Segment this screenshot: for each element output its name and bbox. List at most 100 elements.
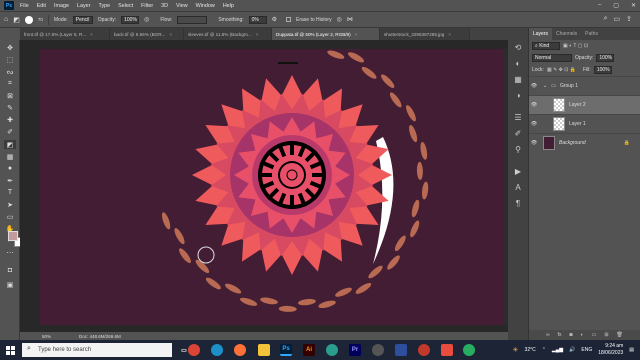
- history-icon[interactable]: ⟲: [513, 42, 523, 52]
- pressure-opacity-icon[interactable]: ◎: [144, 16, 149, 23]
- app-icon-2[interactable]: [395, 344, 407, 356]
- adjustment-icon[interactable]: ◐: [581, 332, 584, 338]
- brush-tool-icon[interactable]: ✐: [4, 127, 16, 136]
- menu-layer[interactable]: Layer: [77, 3, 91, 9]
- mask-icon[interactable]: ◙: [570, 332, 573, 338]
- healing-tool-icon[interactable]: ✚: [4, 115, 16, 124]
- character-icon[interactable]: A: [513, 182, 523, 192]
- eraser-tool-icon-left[interactable]: ◩: [4, 140, 16, 149]
- adjustments-icon[interactable]: ◑: [513, 90, 523, 100]
- close-icon[interactable]: ✕: [631, 2, 636, 9]
- tab-duppata[interactable]: Duppata.tif @ 50% (Layer 2, RGB/8) ×: [272, 28, 380, 40]
- shape-tool-icon[interactable]: ▭: [4, 212, 16, 221]
- path-select-tool-icon[interactable]: ➤: [4, 200, 16, 209]
- premiere-icon[interactable]: Pr: [349, 344, 361, 356]
- filter-icons[interactable]: ▣ ◐ T ▢ ⊡: [563, 43, 588, 49]
- visibility-eye-icon[interactable]: 👁: [529, 102, 539, 108]
- visibility-eye-icon[interactable]: 👁: [529, 121, 539, 127]
- close-tab-icon[interactable]: ×: [169, 32, 172, 37]
- zoom-level[interactable]: 50%: [42, 334, 51, 339]
- close-tab-icon[interactable]: ×: [256, 32, 259, 37]
- network-icon[interactable]: ▂▄▆: [552, 347, 563, 353]
- notification-icon[interactable]: ▤: [629, 347, 634, 353]
- symmetry-icon[interactable]: ⋈: [347, 16, 353, 23]
- menu-type[interactable]: Type: [98, 3, 110, 9]
- link-icon[interactable]: ∞: [546, 332, 550, 338]
- share-icon[interactable]: ⇪: [626, 15, 632, 23]
- type-tool-icon[interactable]: T: [4, 188, 16, 197]
- pressure-size-icon[interactable]: ◎: [337, 16, 342, 23]
- eraser-tool-icon[interactable]: ◩: [13, 16, 20, 24]
- menu-window[interactable]: Window: [196, 3, 215, 9]
- layer-row-layer2[interactable]: 👁 Layer 2: [529, 95, 640, 114]
- brush-preset-icon[interactable]: [24, 15, 33, 24]
- app-icon-4[interactable]: [441, 344, 453, 356]
- screen-mode-icon[interactable]: ▣: [4, 280, 16, 289]
- lasso-tool-icon[interactable]: ᔓ: [4, 67, 16, 76]
- minimize-icon[interactable]: –: [598, 2, 601, 9]
- taskbar-search[interactable]: ⌕ Type here to search: [22, 343, 172, 357]
- expand-chevron-icon[interactable]: ⌄: [543, 83, 547, 89]
- blend-mode-select[interactable]: Normal: [532, 54, 572, 62]
- edge-icon[interactable]: [211, 344, 223, 356]
- actions-icon[interactable]: ▶: [513, 166, 523, 176]
- smoothing-input[interactable]: 0%: [248, 15, 267, 24]
- flow-input[interactable]: [177, 15, 208, 24]
- foreground-color-swatch[interactable]: [8, 231, 18, 241]
- menu-filter[interactable]: Filter: [141, 3, 153, 9]
- menu-3d[interactable]: 3D: [161, 3, 168, 9]
- lock-icons[interactable]: ▦ ✎ ✥ ⊡ 🔒: [547, 67, 576, 73]
- visibility-eye-icon[interactable]: 👁: [529, 83, 539, 89]
- color-icon[interactable]: ◐: [513, 58, 523, 68]
- paragraph-icon[interactable]: ¶: [513, 198, 523, 208]
- chrome-icon[interactable]: [188, 344, 200, 356]
- eyedropper-tool-icon[interactable]: ✎: [4, 103, 16, 112]
- menu-edit[interactable]: Edit: [37, 3, 46, 9]
- tab-paths[interactable]: Paths: [581, 28, 602, 40]
- layer-row-group[interactable]: 👁 ⌄ ▭ Group 1: [529, 76, 640, 95]
- canvas-area[interactable]: [20, 40, 508, 332]
- tab-layers[interactable]: Layers: [529, 28, 553, 40]
- fill-input[interactable]: 100%: [593, 66, 612, 74]
- layer-opacity-input[interactable]: 100%: [596, 54, 615, 62]
- menu-select[interactable]: Select: [118, 3, 133, 9]
- menu-view[interactable]: View: [176, 3, 188, 9]
- more-tools-icon[interactable]: ⋯: [4, 248, 16, 257]
- tab-back[interactable]: back.tif @ 6.56% (BGR... ×: [110, 28, 184, 40]
- photoshop-taskbar-icon[interactable]: Ps: [280, 344, 292, 356]
- illustrator-icon[interactable]: Ai: [303, 344, 315, 356]
- home-icon[interactable]: ⌂: [4, 16, 8, 23]
- settings-gear-icon[interactable]: ⚙: [272, 16, 277, 23]
- close-tab-icon[interactable]: ×: [90, 32, 93, 37]
- app-icon-1[interactable]: [372, 344, 384, 356]
- frame-tool-icon[interactable]: ⊠: [4, 91, 16, 100]
- pen-tool-icon[interactable]: ✒: [4, 176, 16, 185]
- volume-icon[interactable]: 🔊: [569, 347, 575, 353]
- explorer-icon[interactable]: [258, 344, 270, 356]
- group-icon[interactable]: ▭: [592, 332, 597, 338]
- brush-settings-icon[interactable]: ✐: [513, 128, 523, 138]
- language[interactable]: ENG: [581, 347, 592, 353]
- firefox-icon[interactable]: [234, 344, 246, 356]
- layer-row-layer1[interactable]: 👁 Layer 1: [529, 114, 640, 133]
- workspace-icon[interactable]: ▭: [614, 15, 621, 23]
- dodge-tool-icon[interactable]: ●: [4, 164, 16, 173]
- weather-icon[interactable]: ☀: [512, 346, 518, 354]
- menu-help[interactable]: Help: [223, 3, 234, 9]
- properties-icon[interactable]: ☰: [513, 112, 523, 122]
- close-tab-icon[interactable]: ×: [355, 32, 358, 37]
- swatches-icon[interactable]: ▦: [513, 74, 523, 84]
- menu-image[interactable]: Image: [54, 3, 69, 9]
- tab-sleeves[interactable]: sleeves.tif @ 11.8% (Backgro... ×: [184, 28, 272, 40]
- tab-shutterstock[interactable]: shutterstock_2295387285.jpg ×: [380, 28, 470, 40]
- app-icon-5[interactable]: [463, 344, 475, 356]
- tab-channels[interactable]: Channels: [552, 28, 581, 40]
- mode-select[interactable]: Pencil: [72, 15, 93, 24]
- kind-filter-select[interactable]: ⌕ Kind: [532, 42, 560, 50]
- marquee-tool-icon[interactable]: ⬚: [4, 55, 16, 64]
- maximize-icon[interactable]: ▢: [613, 2, 619, 9]
- layer-row-background[interactable]: 👁 Background 🔒: [529, 133, 640, 152]
- search-icon[interactable]: ⌕: [604, 15, 608, 23]
- trash-icon[interactable]: 🗑: [617, 332, 623, 338]
- temperature[interactable]: 32°C: [525, 347, 536, 353]
